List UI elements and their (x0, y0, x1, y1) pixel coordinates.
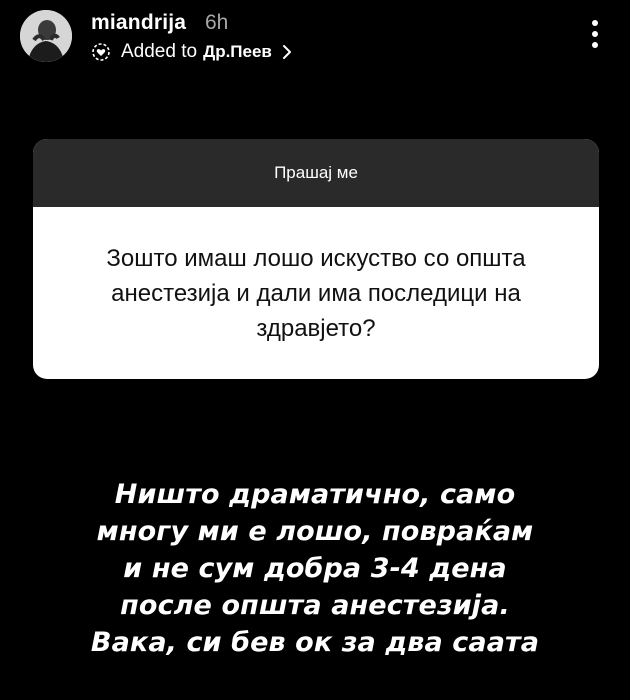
answer-line: после општа анестезија. (120, 590, 510, 621)
avatar-photo (20, 10, 72, 62)
answer-line: Ништо драматично, само (114, 479, 516, 510)
question-sticker-header: Прашај ме (33, 139, 599, 207)
story-header: miandrija 6h Added to Др.Пеев (0, 0, 630, 80)
answer-line: многу ми е лошо, повраќам (96, 516, 534, 547)
post-time: 6h (205, 11, 229, 34)
question-text: Зошто имаш лошо искуство со општа анесте… (106, 244, 526, 342)
question-sticker-title: Прашај ме (274, 163, 358, 182)
question-sticker-body: Зошто имаш лошо искуство со општа анесте… (33, 207, 599, 379)
highlight-name[interactable]: Др.Пеев (203, 42, 272, 62)
answer-text: Ништо драматично, само многу ми е лошо, … (40, 476, 590, 661)
username[interactable]: miandrija (91, 11, 186, 35)
added-to-label: Added to (121, 41, 198, 62)
chevron-right-icon (282, 44, 292, 60)
answer-line: Вака, си бев ок за два саата (90, 627, 540, 658)
more-options-button[interactable] (590, 20, 600, 48)
more-vertical-icon (592, 20, 598, 26)
question-sticker[interactable]: Прашај ме Зошто имаш лошо искуство со оп… (33, 139, 599, 379)
more-vertical-icon (592, 42, 598, 48)
answer-line: и не сум добра 3-4 дена (123, 553, 507, 584)
avatar[interactable] (20, 10, 72, 62)
highlight-heart-circle-icon (91, 42, 111, 62)
added-to-highlight-link[interactable]: Added to Др.Пеев (91, 40, 292, 64)
more-vertical-icon (592, 31, 598, 37)
